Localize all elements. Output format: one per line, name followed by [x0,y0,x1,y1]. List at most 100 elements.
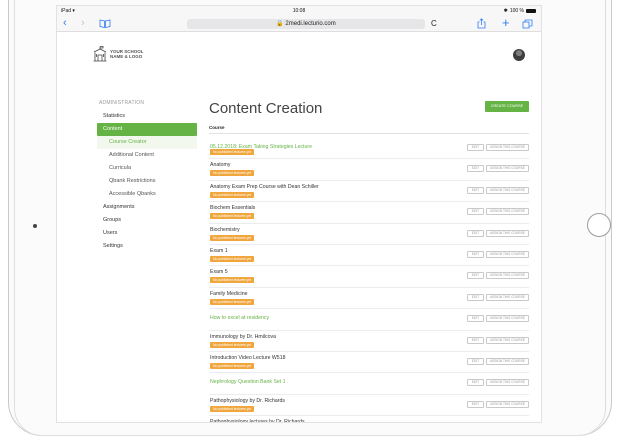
status-badge: No published lectures yet [210,191,255,198]
course-title[interactable]: Introduction Video Lecture W518 [210,355,285,361]
sidebar-item-curricula[interactable]: Curricula [97,162,197,175]
assign-course-button[interactable]: ASSIGN THIS COURSE [486,250,529,258]
status-badge: No published lectures yet [210,277,255,284]
edit-button[interactable]: EDIT [467,379,484,387]
table-row: Introduction Video Lecture W518 No publis… [209,352,529,374]
share-icon[interactable] [477,18,486,32]
page-title: Content Creation [209,100,323,117]
assign-course-button[interactable]: ASSIGN THIS COURSE [486,208,529,216]
sidebar-item-groups[interactable]: Groups [97,214,197,227]
edit-button[interactable]: EDIT [467,229,484,237]
create-course-button[interactable]: CREATE COURSE [485,101,529,112]
safari-toolbar: ‹ › 🔒 2medi.lecturio.com C + [57,16,541,32]
status-badge: No published lectures yet [210,341,255,348]
table-row: Biochem Essentials No published lectures … [209,202,529,224]
edit-button[interactable]: EDIT [467,315,484,323]
course-title[interactable]: Pathophysiology by Dr. Richards [210,398,285,404]
edit-button[interactable]: EDIT [467,208,484,216]
table-row: Anatomy Exam Prep Course with Dean Schil… [209,181,529,203]
course-title[interactable]: Anatomy [210,162,230,168]
edit-button[interactable]: EDIT [467,422,484,423]
assign-course-button[interactable]: ASSIGN THIS COURSE [486,144,529,151]
battery-icon [526,9,536,13]
edit-button[interactable]: EDIT [467,357,484,365]
chevron-right-icon[interactable]: › [81,18,85,29]
edit-button[interactable]: EDIT [467,400,484,408]
course-title[interactable]: Nephrology Question Bank Set 1 [210,379,286,385]
column-header-course: Course [209,125,529,134]
edit-button[interactable]: EDIT [467,165,484,173]
logo-line-2: NAME & LOGO [110,54,143,59]
reload-icon[interactable]: C [431,19,437,28]
assign-course-button[interactable]: ASSIGN THIS COURSE [486,336,529,344]
sidebar-item-qbank-restrictions[interactable]: Qbank Restrictions [97,175,197,188]
table-row: Pathophysiology lectures by Dr. Richards… [209,416,529,423]
assign-course-button[interactable]: ASSIGN THIS COURSE [486,400,529,408]
battery-percent: 100 % [509,8,524,14]
book-icon[interactable] [99,19,111,31]
table-row: 05.12.2018: Exam Taking Strategies Lectu… [209,138,529,160]
course-list: 05.12.2018: Exam Taking Strategies Lectu… [209,138,529,423]
address-bar[interactable]: 🔒 2medi.lecturio.com [187,19,425,29]
course-title[interactable]: Pathophysiology lectures by Dr. Richards [210,419,305,422]
chevron-left-icon[interactable]: ‹ [63,18,67,29]
status-badge: No published lectures yet [210,213,255,220]
assign-course-button[interactable]: ASSIGN THIS COURSE [486,186,529,194]
status-badge: No published lectures yet [210,362,255,369]
school-logo[interactable]: YOUR SCHOOL NAME & LOGO [92,46,144,62]
assign-course-button[interactable]: ASSIGN THIS COURSE [486,379,529,387]
sidebar-item-course-creator[interactable]: Course Creator [97,136,197,149]
status-badge: No published lectures yet [210,255,255,262]
main-panel: Content Creation CREATE COURSE Course 05… [209,100,529,422]
assign-course-button[interactable]: ASSIGN THIS COURSE [486,422,529,423]
assign-course-button[interactable]: ASSIGN THIS COURSE [486,272,529,280]
sidebar-item-settings[interactable]: Settings [97,240,197,253]
course-title[interactable]: Biochemistry [210,227,240,233]
status-badge: No published lectures yet [210,149,255,155]
edit-button[interactable]: EDIT [467,336,484,344]
admin-sidebar: ADMINISTRATION Statistics Content Course C… [97,100,197,253]
edit-button[interactable]: EDIT [467,186,484,194]
lock-icon: 🔒 [276,21,284,27]
sidebar-heading: ADMINISTRATION [99,100,145,106]
status-badge: No published lectures yet [210,234,255,241]
camera-dot [33,224,37,228]
clock: 10:08 [292,8,306,14]
ipad-screen: iPad ▾ 10:08 ✱ 100 % ‹ › 🔒 2medi.lecturi… [56,5,542,423]
status-badge: No published lectures yet [210,170,255,177]
assign-course-button[interactable]: ASSIGN THIS COURSE [486,165,529,173]
course-title[interactable]: Exam 5 [210,269,228,275]
course-title[interactable]: Exam 1 [210,248,228,254]
table-row: Nephrology Question Bank Set 1 EDIT ASSIGN… [209,373,529,395]
assign-course-button[interactable]: ASSIGN THIS COURSE [486,229,529,237]
table-row: Immunology by Dr. Hmilcova No published l… [209,331,529,352]
assign-course-button[interactable]: ASSIGN THIS COURSE [486,315,529,323]
sidebar-item-statistics[interactable]: Statistics [97,110,197,123]
course-title[interactable]: How to excel at residency [210,315,269,321]
course-title[interactable]: Biochem Essentials [210,205,255,211]
battery-status: ✱ 100 % [504,8,536,14]
sidebar-item-accessible-qbanks[interactable]: Accessible Qbanks [97,188,197,201]
assign-course-button[interactable]: ASSIGN THIS COURSE [486,357,529,365]
edit-button[interactable]: EDIT [467,293,484,301]
sidebar-item-additional-content[interactable]: Additional Content [97,149,197,162]
table-row: Family Medicine No published lectures yet… [209,288,529,310]
avatar[interactable] [513,49,525,61]
edit-button[interactable]: EDIT [467,272,484,280]
logo-text: YOUR SCHOOL NAME & LOGO [110,49,144,59]
tabs-icon[interactable] [522,19,533,32]
course-title[interactable]: Anatomy Exam Prep Course with Dean Schil… [210,184,319,190]
new-tab-icon[interactable]: + [502,16,510,29]
assign-course-button[interactable]: ASSIGN THIS COURSE [486,293,529,301]
edit-button[interactable]: EDIT [467,250,484,258]
sidebar-item-users[interactable]: Users [97,227,197,240]
sidebar-item-assignments[interactable]: Assignments [97,201,197,214]
course-title[interactable]: Family Medicine [210,291,247,297]
sidebar-nav: Statistics Content Course Creator Additiona… [97,110,197,253]
sidebar-item-content[interactable]: Content [97,123,197,136]
home-button[interactable] [587,213,611,237]
course-title[interactable]: Immunology by Dr. Hmilcova [210,334,276,340]
edit-button[interactable]: EDIT [467,144,484,151]
table-row: Biochemistry No published lectures yet EDI… [209,224,529,245]
page-content: YOUR SCHOOL NAME & LOGO ADMINISTRATION S… [57,32,541,422]
